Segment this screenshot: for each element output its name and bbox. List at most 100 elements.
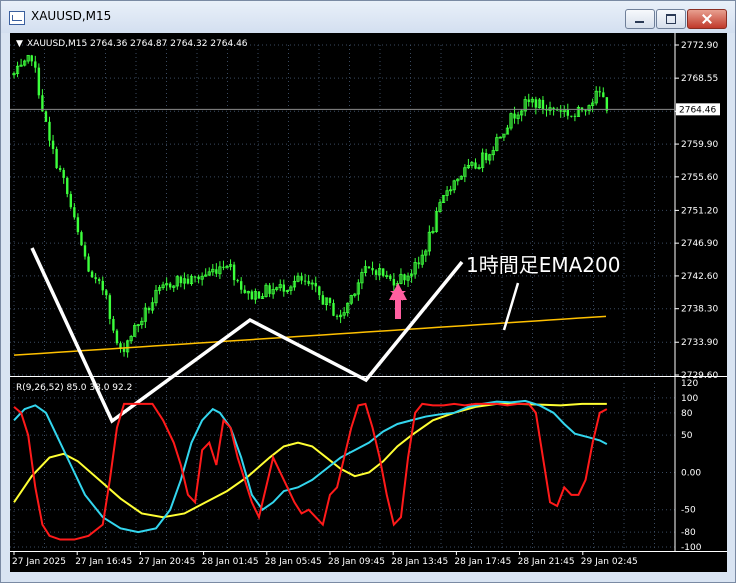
candle	[360, 268, 364, 290]
candle-body	[147, 308, 151, 311]
minimize-button[interactable]	[625, 9, 655, 29]
candle	[310, 279, 314, 290]
candle	[80, 230, 83, 246]
candle-body	[282, 284, 285, 292]
candle	[289, 285, 293, 295]
candle	[126, 339, 130, 358]
candle	[204, 268, 208, 277]
candle	[431, 226, 435, 235]
candle-body	[250, 291, 254, 300]
candle-body	[243, 289, 246, 293]
candle-body	[318, 286, 321, 296]
candle	[243, 285, 246, 294]
chart-area[interactable]: 2772.902768.552764.202759.902755.602751.…	[10, 33, 727, 572]
candle-body	[80, 232, 83, 246]
candle	[122, 342, 126, 357]
candle	[363, 260, 368, 277]
candle	[23, 59, 27, 67]
candle-body	[55, 148, 58, 169]
candle	[456, 178, 460, 186]
candles	[12, 54, 609, 358]
indicator-axis-label: 100	[681, 394, 698, 404]
candle	[30, 54, 33, 67]
candle-body	[98, 279, 101, 281]
candle	[559, 105, 562, 118]
indicator-axis-label: -50	[681, 506, 696, 516]
candle	[236, 278, 239, 283]
candle	[19, 58, 23, 67]
candle	[403, 273, 406, 285]
price-axis-label: 2755.60	[681, 173, 718, 183]
candle	[200, 272, 204, 286]
candle	[136, 323, 140, 333]
candle	[342, 307, 346, 319]
candle-body	[232, 264, 236, 281]
candle	[374, 269, 378, 281]
candle	[175, 275, 179, 290]
time-axis-label: 27 Jan 20:45	[138, 557, 195, 567]
candle-body	[179, 276, 183, 284]
candle-body	[108, 295, 112, 319]
candle-body	[335, 315, 339, 317]
candle	[346, 302, 350, 317]
candle-body	[484, 152, 488, 161]
axes: 2772.902768.552764.202759.902755.602751.…	[10, 33, 727, 567]
candle	[335, 314, 339, 320]
close-button[interactable]	[687, 9, 727, 29]
candle	[328, 297, 332, 307]
time-axis-label: 28 Jan 01:45	[202, 557, 259, 567]
candle-body	[371, 268, 374, 271]
candle-body	[307, 280, 310, 284]
candle-body	[48, 121, 51, 141]
candle-body	[76, 217, 80, 233]
candle	[34, 55, 37, 73]
candle-body	[44, 111, 48, 122]
candle	[314, 276, 317, 293]
candle	[193, 275, 197, 283]
price-chart-svg[interactable]: 2772.902768.552764.202759.902755.602751.…	[10, 33, 727, 572]
candle	[133, 322, 137, 337]
candle-body	[122, 348, 126, 352]
candle	[228, 259, 233, 271]
candle-body	[240, 281, 243, 290]
candle	[537, 97, 542, 109]
candle	[115, 328, 119, 346]
candle	[250, 289, 254, 300]
candle-body	[605, 97, 609, 111]
candle	[548, 101, 552, 116]
candle	[101, 276, 104, 296]
candle-body	[112, 318, 115, 331]
candle	[37, 63, 41, 99]
candle	[594, 86, 598, 106]
candle	[505, 124, 510, 135]
oscillator-yellow-line	[13, 402, 607, 519]
candle	[434, 207, 439, 233]
candle-body	[573, 115, 577, 117]
symbol-dropdown-icon[interactable]: ▼	[16, 39, 23, 49]
candle-body	[66, 177, 69, 195]
candle-body	[389, 275, 392, 280]
candle	[338, 309, 343, 324]
candle	[62, 167, 65, 184]
candle	[509, 112, 513, 131]
candle-body	[303, 280, 307, 282]
candle-body	[403, 274, 406, 281]
candle	[143, 303, 147, 328]
time-axis-label: 28 Jan 17:45	[454, 557, 511, 567]
candle	[147, 306, 151, 314]
candle	[157, 284, 162, 295]
candle	[215, 263, 218, 278]
candle-body	[236, 280, 239, 282]
indicator-header: R(9,26,52) 85.0 38.0 92.2	[16, 383, 132, 393]
candle	[562, 105, 566, 118]
candle	[459, 175, 463, 180]
title-bar[interactable]: XAUUSD,M15	[1, 1, 735, 33]
candle-body	[37, 67, 41, 96]
candle	[182, 272, 186, 290]
candle	[523, 96, 527, 117]
candle-body	[300, 276, 303, 281]
candle-body	[90, 271, 94, 278]
maximize-button[interactable]	[656, 9, 686, 29]
candle	[296, 272, 300, 283]
indicator-axis-label: 0.00	[681, 468, 701, 478]
